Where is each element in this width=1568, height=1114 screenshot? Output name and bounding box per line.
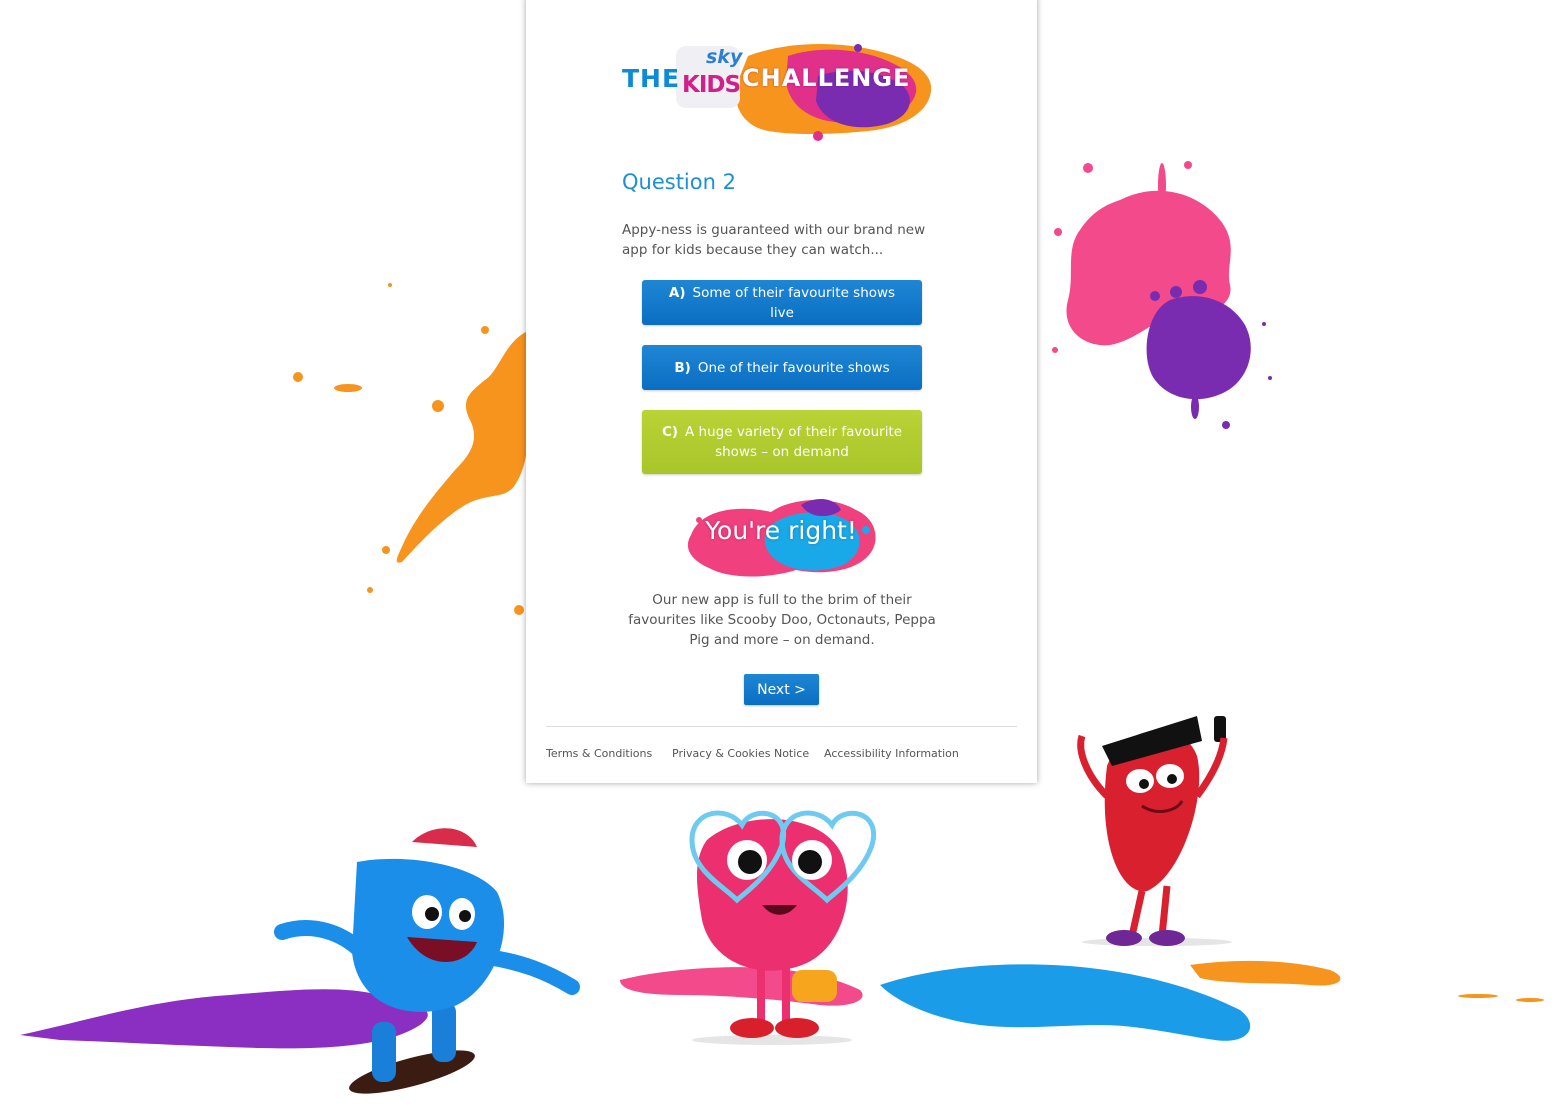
logo-sky-text: sky <box>706 46 743 68</box>
answer-b-letter: B) <box>674 359 691 376</box>
blue-skater-character-icon <box>274 828 580 1094</box>
answer-a-letter: A) <box>668 284 686 301</box>
red-sunglasses-character-icon <box>1077 716 1232 946</box>
accessibility-link[interactable]: Accessibility Information <box>824 747 959 760</box>
privacy-link[interactable]: Privacy & Cookies Notice <box>672 747 809 760</box>
answer-a-label: Some of their favourite shows live <box>692 284 896 321</box>
terms-link[interactable]: Terms & Conditions <box>546 747 652 760</box>
answer-b-label: One of their favourite shows <box>697 359 890 376</box>
answer-b-button[interactable]: B) One of their favourite shows <box>642 345 922 390</box>
quiz-card: THE sky KIDS CHALLENGE Question 2 Appy-n… <box>526 0 1037 783</box>
ground-orange-splash <box>1190 960 1544 1002</box>
result-text: Our new app is full to the brim of their… <box>628 592 936 648</box>
logo-challenge-text: CHALLENGE <box>742 64 911 92</box>
answer-b-content: B) One of their favourite shows <box>660 358 903 378</box>
answer-c-label: A huge variety of their favourite shows … <box>685 424 903 460</box>
orange-splash <box>293 283 530 615</box>
question-title: Question 2 <box>622 170 736 194</box>
answer-a-button[interactable]: A) Some of their favourite shows live <box>642 280 922 325</box>
sky-kids-challenge-logo: THE sky KIDS CHALLENGE <box>618 36 938 151</box>
ground-blue-splash <box>880 964 1251 1041</box>
logo-splash <box>676 44 932 141</box>
result-title: You're right! <box>705 516 857 545</box>
result-banner: You're right! <box>681 490 881 582</box>
logo-kids-text: KIDS <box>682 72 741 98</box>
answer-c-button[interactable]: C) A huge variety of their favourite show… <box>642 410 922 474</box>
answer-c-letter: C) <box>661 424 679 440</box>
answer-a-content: A) Some of their favourite shows live <box>642 283 922 323</box>
answer-c-content: C) A huge variety of their favourite show… <box>642 422 922 462</box>
question-text: Appy-ness is guaranteed with our brand n… <box>622 222 926 258</box>
footer-divider <box>546 726 1017 727</box>
pink-heart-glasses-character-icon <box>689 810 877 1045</box>
logo-the-text: THE <box>622 64 681 93</box>
next-button[interactable]: Next > <box>744 674 819 705</box>
